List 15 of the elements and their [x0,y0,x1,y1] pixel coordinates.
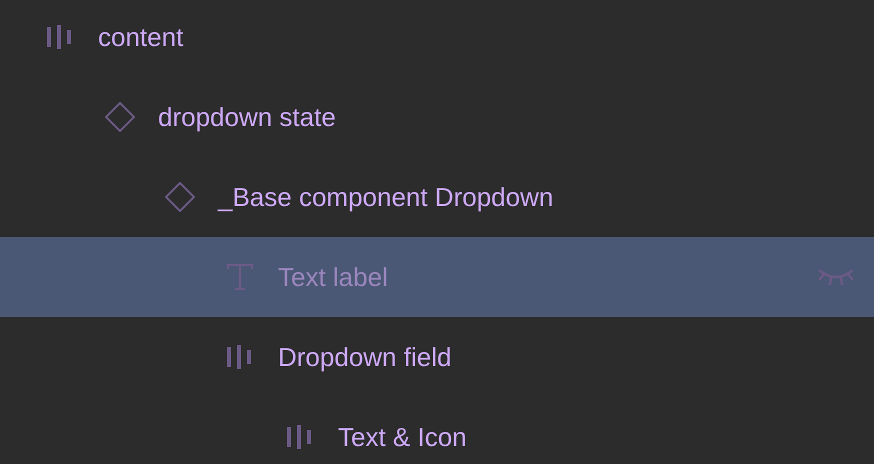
layer-name: Text label [278,262,388,292]
layer-row[interactable]: _Base component Dropdown [0,157,874,237]
layer-name: Text & Icon [338,422,467,452]
layer-row[interactable]: content [0,0,874,77]
layer-row[interactable]: Dropdown field [0,317,874,397]
text-icon [225,264,255,290]
layer-name: dropdown state [158,102,336,132]
layer-row[interactable]: dropdown state [0,77,874,157]
eye-closed-icon[interactable] [818,269,854,285]
diamond-icon [105,102,135,132]
layer-name: content [98,22,184,52]
layer-name: _Base component Dropdown [218,182,554,212]
diamond-icon [165,182,195,212]
layer-name: Dropdown field [278,342,452,372]
layer-row[interactable]: Text & Icon [0,397,874,461]
